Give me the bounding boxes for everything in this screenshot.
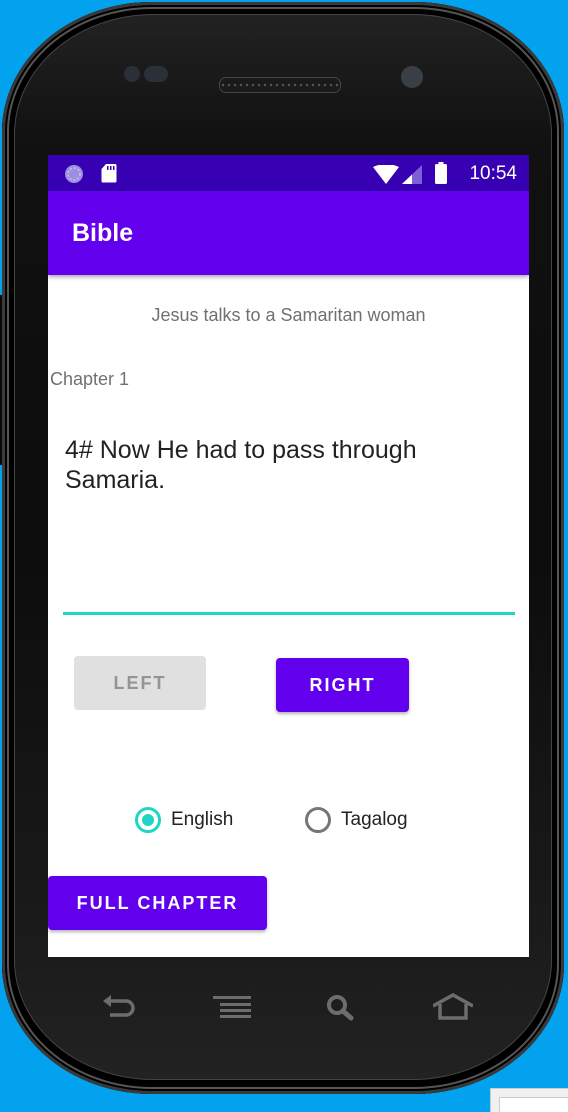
earpiece-speaker xyxy=(219,77,341,93)
back-icon[interactable] xyxy=(100,993,140,1023)
radio-english[interactable]: English xyxy=(135,807,233,833)
sd-card-icon xyxy=(101,164,117,183)
search-icon[interactable] xyxy=(323,993,363,1023)
radio-tagalog[interactable]: Tagalog xyxy=(305,807,408,833)
app-title: Bible xyxy=(72,219,134,247)
radio-tagalog-label: Tagalog xyxy=(341,809,408,830)
proximity-sensor xyxy=(124,66,140,82)
verse-text: 4# Now He had to pass through Samaria. xyxy=(65,436,417,494)
home-icon[interactable] xyxy=(433,993,473,1023)
verse-text-field[interactable]: 4# Now He had to pass through Samaria. xyxy=(63,435,515,615)
signal-icon xyxy=(402,165,422,184)
wifi-icon xyxy=(373,165,399,184)
left-button[interactable]: LEFT xyxy=(74,656,206,710)
background-window-inner xyxy=(499,1097,568,1112)
chapter-label: Chapter 1 xyxy=(50,369,130,389)
status-bar: 10:54 xyxy=(48,155,529,191)
radio-english-label: English xyxy=(171,809,234,830)
full-chapter-button[interactable]: FULL CHAPTER xyxy=(48,876,267,930)
device-screen: 10:54 Bible Jesus talks to a Samaritan w… xyxy=(48,155,529,957)
clock: 10:54 xyxy=(469,163,517,184)
menu-icon[interactable] xyxy=(212,993,252,1023)
story-title: Jesus talks to a Samaritan woman xyxy=(151,305,426,325)
battery-icon xyxy=(435,162,447,184)
right-button[interactable]: RIGHT xyxy=(276,658,409,712)
radio-unchecked-icon[interactable] xyxy=(305,807,331,833)
background-window xyxy=(490,1088,568,1112)
front-camera xyxy=(401,66,423,88)
app-bar: Bible xyxy=(48,191,529,275)
light-sensor xyxy=(144,66,168,82)
radio-checked-icon[interactable] xyxy=(135,807,161,833)
sync-icon xyxy=(65,165,83,183)
